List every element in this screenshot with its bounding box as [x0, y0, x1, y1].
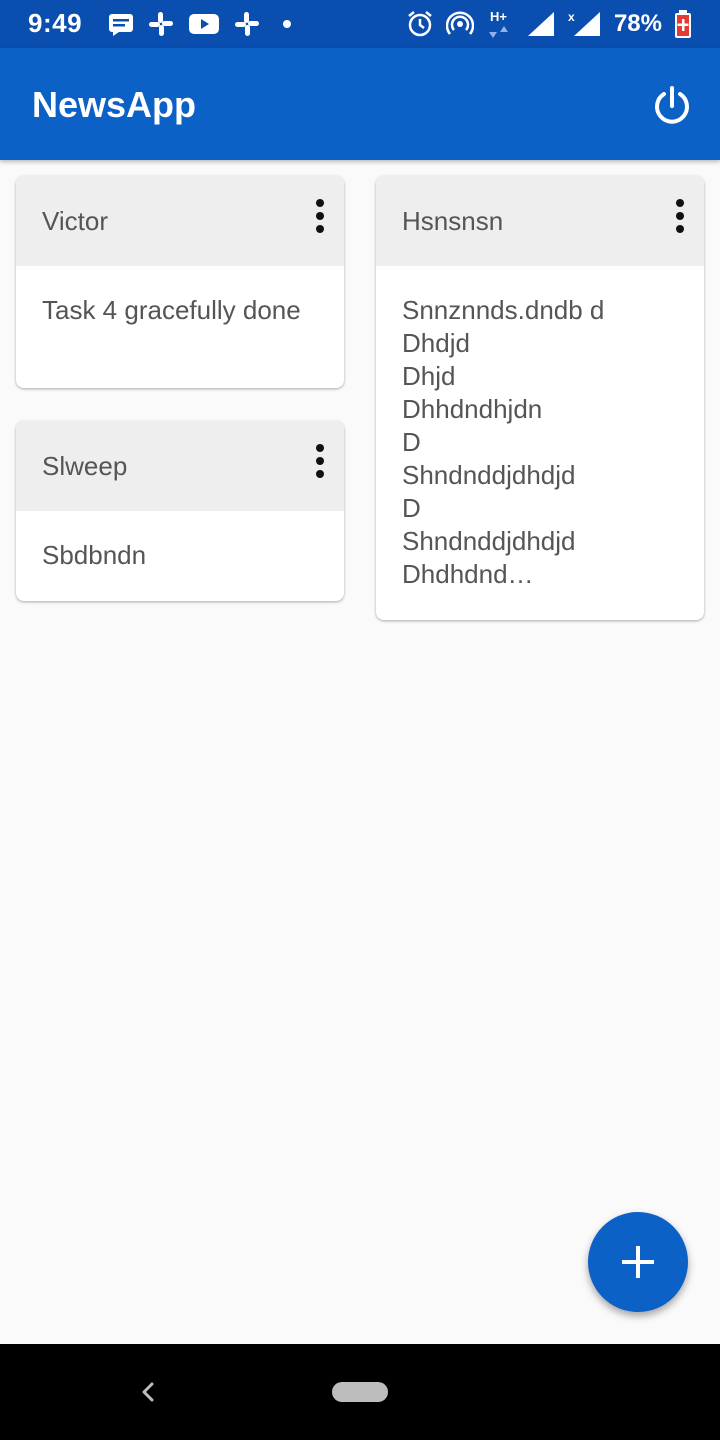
signal-x-icon: x — [568, 10, 600, 36]
app-title: NewsApp — [32, 84, 197, 125]
more-vert-icon — [316, 444, 324, 478]
card-header: Victor — [16, 176, 344, 266]
more-vert-icon — [316, 199, 324, 233]
card-title: Victor — [42, 206, 108, 236]
power-icon — [655, 86, 689, 124]
message-icon — [109, 14, 133, 36]
card-body-line: Dhjd — [402, 361, 456, 391]
card-title: Hsnsnsn — [402, 206, 504, 236]
status-time: 9:49 — [28, 8, 83, 38]
card-body-line: Snnznnds.dndb d — [402, 295, 605, 325]
card-menu-button[interactable] — [312, 198, 328, 234]
back-icon — [142, 1382, 154, 1402]
card-title: Slweep — [42, 451, 128, 481]
notification-icons — [108, 10, 300, 38]
note-card[interactable]: Hsnsnsn Snnznnds.dndb d Dhdjd Dhjd Dhhdn… — [376, 176, 704, 620]
card-body-line: Dhhdndhjdn — [402, 394, 543, 424]
alarm-icon — [408, 11, 432, 37]
slack-icon — [149, 12, 173, 36]
battery-icon — [675, 10, 691, 38]
more-vert-icon — [676, 199, 684, 233]
add-note-button[interactable] — [588, 1212, 688, 1312]
youtube-icon — [189, 14, 219, 34]
card-body: Task 4 gracefully done — [42, 295, 301, 325]
card-body: Snnznnds.dndb d Dhdjd Dhjd Dhhdndhjdn D … — [376, 266, 704, 591]
svg-text:x: x — [568, 10, 575, 24]
app-bar: NewsApp — [0, 48, 720, 160]
home-pill-icon[interactable] — [332, 1382, 388, 1402]
card-body-line: Dhdjd — [402, 328, 470, 358]
hplus-data-icon: H+ — [488, 9, 508, 38]
svg-text:H+: H+ — [490, 9, 507, 24]
card-header: Slweep — [16, 421, 344, 511]
logout-button[interactable] — [650, 84, 694, 128]
note-card[interactable]: Victor Task 4 gracefully done — [16, 176, 344, 388]
card-header: Hsnsnsn — [376, 176, 704, 266]
signal-icon — [527, 12, 554, 36]
status-bar: 9:49 H+ x 78% — [0, 0, 720, 48]
card-body-line: Shndnddjdhdjd — [402, 460, 576, 490]
back-button[interactable] — [136, 1374, 160, 1410]
card-menu-button[interactable] — [312, 443, 328, 479]
card-menu-button[interactable] — [672, 198, 688, 234]
dot-icon — [283, 20, 291, 28]
card-body: Sbdbndn — [42, 540, 147, 570]
note-card[interactable]: Slweep Sbdbndn — [16, 421, 344, 601]
hotspot-icon — [445, 11, 474, 35]
card-body-line: Shndnddjdhdjd — [402, 526, 576, 556]
card-body-line: D — [402, 493, 421, 523]
card-body-line: D — [402, 427, 421, 457]
system-icons: H+ x 78% — [406, 8, 692, 40]
battery-percent: 78% — [613, 10, 662, 37]
card-body-line: Dhdhdnd… — [402, 559, 534, 589]
slack-icon — [235, 12, 259, 36]
plus-icon — [622, 1246, 654, 1278]
